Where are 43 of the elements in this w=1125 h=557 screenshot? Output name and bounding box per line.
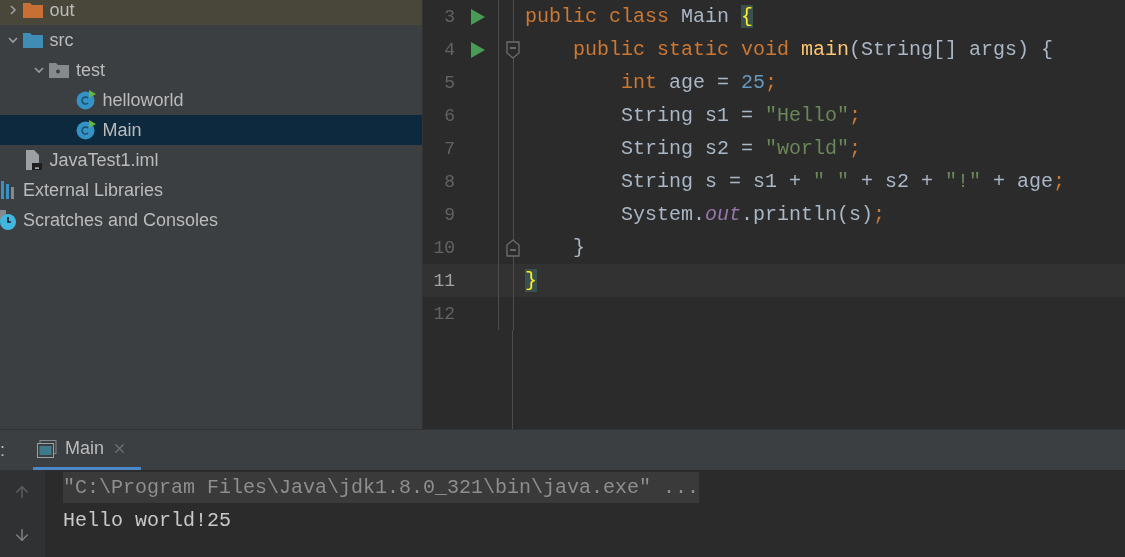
run-icon[interactable] xyxy=(471,41,485,58)
code-line: } xyxy=(572,236,585,259)
panel-label: : xyxy=(0,438,5,462)
chevron-down-icon[interactable] xyxy=(6,34,19,46)
tree-item[interactable]: helloworld xyxy=(0,85,422,115)
code-line: public class Main { xyxy=(525,5,754,28)
run-icon[interactable] xyxy=(471,8,485,25)
code-line: int age = 25; xyxy=(620,71,778,94)
libraries-icon xyxy=(0,181,16,199)
console-line: Hello world!25 xyxy=(63,508,232,535)
tree-item[interactable]: Scratches and Consoles xyxy=(0,205,422,235)
chevron-down-icon[interactable] xyxy=(33,64,45,76)
package-icon xyxy=(49,62,69,78)
line-number: 5 xyxy=(443,72,456,93)
clock-icon xyxy=(0,210,16,230)
tree-item[interactable]: JavaTest1.iml xyxy=(0,145,422,175)
line-number: 10 xyxy=(432,237,456,258)
fold-icon[interactable] xyxy=(506,40,520,59)
line-number: 12 xyxy=(432,303,456,324)
fold-icon[interactable] xyxy=(506,238,520,257)
folder-icon xyxy=(22,2,43,18)
code-line: String s = s1 + " " + s2 + "!" + age; xyxy=(620,170,1066,193)
line-number: 9 xyxy=(443,204,456,225)
class-icon xyxy=(75,90,96,110)
code-line: String s1 = "Hello"; xyxy=(620,104,862,127)
code-line: System.out.println(s); xyxy=(620,203,886,226)
folder-icon xyxy=(22,32,43,48)
code-line: String s2 = "world"; xyxy=(620,137,862,160)
tree-item[interactable]: External Libraries xyxy=(0,175,422,205)
tree-item[interactable]: test xyxy=(0,55,422,85)
tree-item[interactable]: out xyxy=(0,0,422,25)
file-icon xyxy=(23,150,42,170)
line-number: 11 xyxy=(432,270,456,291)
class-icon xyxy=(75,120,96,140)
line-number: 3 xyxy=(443,6,456,27)
tree-item[interactable]: Main xyxy=(0,115,422,145)
line-number: 8 xyxy=(443,171,456,192)
console-icon xyxy=(37,439,57,458)
tree-item[interactable]: src xyxy=(0,25,422,55)
line-number: 6 xyxy=(443,105,456,126)
line-number: 7 xyxy=(443,138,456,159)
line-number: 4 xyxy=(443,39,456,60)
code-line: public static void main(String[] args) { xyxy=(572,38,1054,61)
